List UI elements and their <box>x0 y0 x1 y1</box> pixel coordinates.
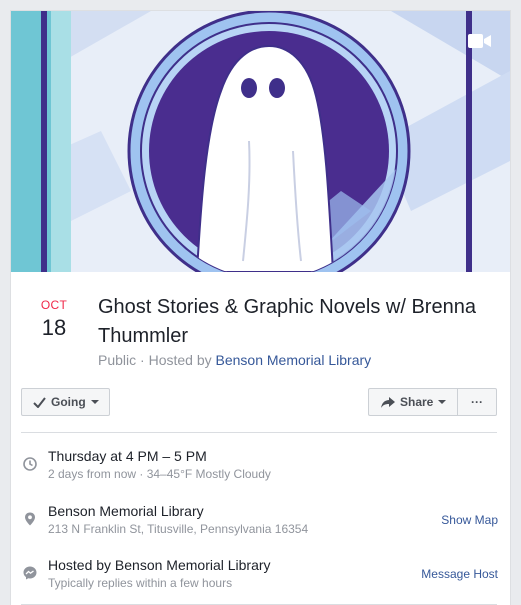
event-day: 18 <box>41 315 67 340</box>
checkmark-icon <box>33 396 46 408</box>
event-privacy: Public <box>98 352 137 368</box>
share-button[interactable]: Share <box>368 388 457 416</box>
chevron-down-icon <box>438 400 447 404</box>
clock-icon <box>23 457 37 471</box>
going-button[interactable]: Going <box>21 388 110 416</box>
location-address: 213 N Franklin St, Titusville, Pennsylva… <box>48 522 309 536</box>
hosted-by-line: Hosted by Benson Memorial Library <box>48 557 271 573</box>
event-cover-image[interactable] <box>11 11 510 272</box>
event-time: Thursday at 4 PM – 5 PM <box>48 448 207 464</box>
message-host-link[interactable]: Message Host <box>421 567 498 581</box>
event-time-row: Thursday at 4 PM – 5 PM 2 days from now … <box>11 446 510 486</box>
divider <box>21 432 497 433</box>
map-pin-icon <box>25 512 35 526</box>
event-date: OCT 18 <box>29 298 79 341</box>
event-time-detail: 2 days from now · 34–45°F Mostly Cloudy <box>48 467 271 481</box>
host-link[interactable]: Benson Memorial Library <box>216 352 372 368</box>
hosted-by-text: · Hosted by <box>136 352 216 368</box>
chevron-down-icon <box>90 400 99 404</box>
show-map-link[interactable]: Show Map <box>441 513 498 527</box>
messenger-icon <box>23 566 37 580</box>
event-month: OCT <box>40 298 68 312</box>
event-title: Ghost Stories & Graphic Novels w/ Brenna… <box>98 296 476 347</box>
event-subtitle: Public · Hosted by Benson Memorial Libra… <box>98 352 371 368</box>
video-camera-icon[interactable] <box>468 33 492 49</box>
going-label: Going <box>51 395 86 409</box>
location-name[interactable]: Benson Memorial Library <box>48 503 204 519</box>
more-options-button[interactable]: ··· <box>457 388 497 416</box>
share-label: Share <box>400 395 434 409</box>
ghost-illustration <box>11 11 510 272</box>
more-options-label: ··· <box>471 395 483 409</box>
event-location-row: Benson Memorial Library 213 N Franklin S… <box>11 501 510 541</box>
share-arrow-icon <box>381 396 395 408</box>
event-host-row: Hosted by Benson Memorial Library Typica… <box>11 555 510 595</box>
event-card: OCT 18 Ghost Stories & Graphic Novels w/… <box>10 10 511 605</box>
host-response-time: Typically replies within a few hours <box>48 576 233 590</box>
